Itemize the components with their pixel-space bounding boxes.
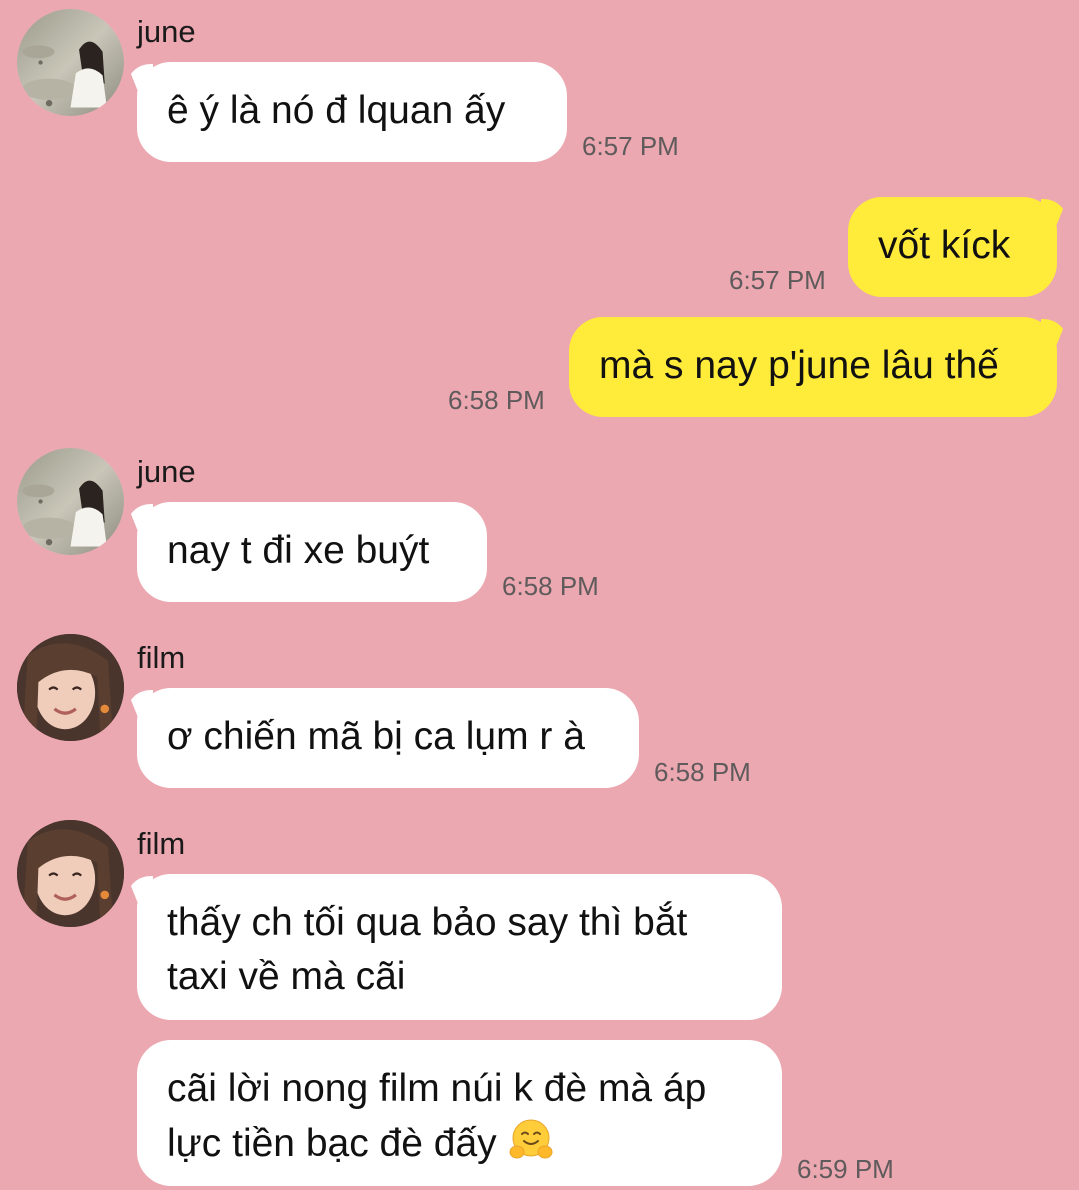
message-time: 6:58 PM	[654, 757, 751, 787]
film-avatar[interactable]	[17, 634, 124, 741]
message-bubble-outgoing[interactable]: vốt kíck	[848, 197, 1057, 297]
message-bubble[interactable]: cãi lời nong film núi k đè mà áp lực tiề…	[137, 1040, 782, 1186]
message-bubble[interactable]: thấy ch tối qua bảo say thì bắt taxi về …	[137, 874, 782, 1020]
message-bubble[interactable]: nay t đi xe buýt	[137, 502, 487, 602]
film-avatar[interactable]	[17, 820, 124, 927]
message-text: mà s nay p'june lâu thế	[599, 344, 999, 387]
june-avatar[interactable]	[17, 448, 124, 555]
message-time: 6:58 PM	[448, 385, 545, 415]
june-avatar[interactable]	[17, 9, 124, 116]
message-time: 6:57 PM	[582, 131, 679, 161]
message-bubble-outgoing[interactable]: mà s nay p'june lâu thế	[569, 317, 1057, 417]
message-text: ơ chiến mã bị ca lụm r à	[167, 715, 585, 758]
sender-name: film	[137, 640, 186, 675]
hugging-face-emoji-icon	[509, 1119, 553, 1159]
message-time: 6:58 PM	[502, 571, 599, 601]
message-time: 6:59 PM	[797, 1154, 894, 1184]
message-text: thấy ch tối qua bảo say thì bắt taxi về …	[167, 901, 688, 998]
film-avatar-icon	[17, 820, 124, 927]
sender-name: june	[137, 454, 196, 489]
message-time: 6:57 PM	[729, 265, 826, 295]
sender-name: june	[137, 14, 196, 49]
message-bubble[interactable]: ơ chiến mã bị ca lụm r à	[137, 688, 639, 788]
message-text: nay t đi xe buýt	[167, 529, 430, 572]
june-avatar-icon	[17, 448, 124, 555]
message-text: vốt kíck	[878, 224, 1011, 267]
chat-thread: june ê ý là nó đ lquan ấy 6:57 PM vốt kí…	[0, 0, 1079, 1190]
film-avatar-icon	[17, 634, 124, 741]
message-bubble[interactable]: ê ý là nó đ lquan ấy	[137, 62, 567, 162]
sender-name: film	[137, 826, 186, 861]
june-avatar-icon	[17, 9, 124, 116]
message-text: cãi lời nong film núi k đè mà áp lực tiề…	[167, 1067, 707, 1165]
message-text: ê ý là nó đ lquan ấy	[167, 89, 506, 132]
